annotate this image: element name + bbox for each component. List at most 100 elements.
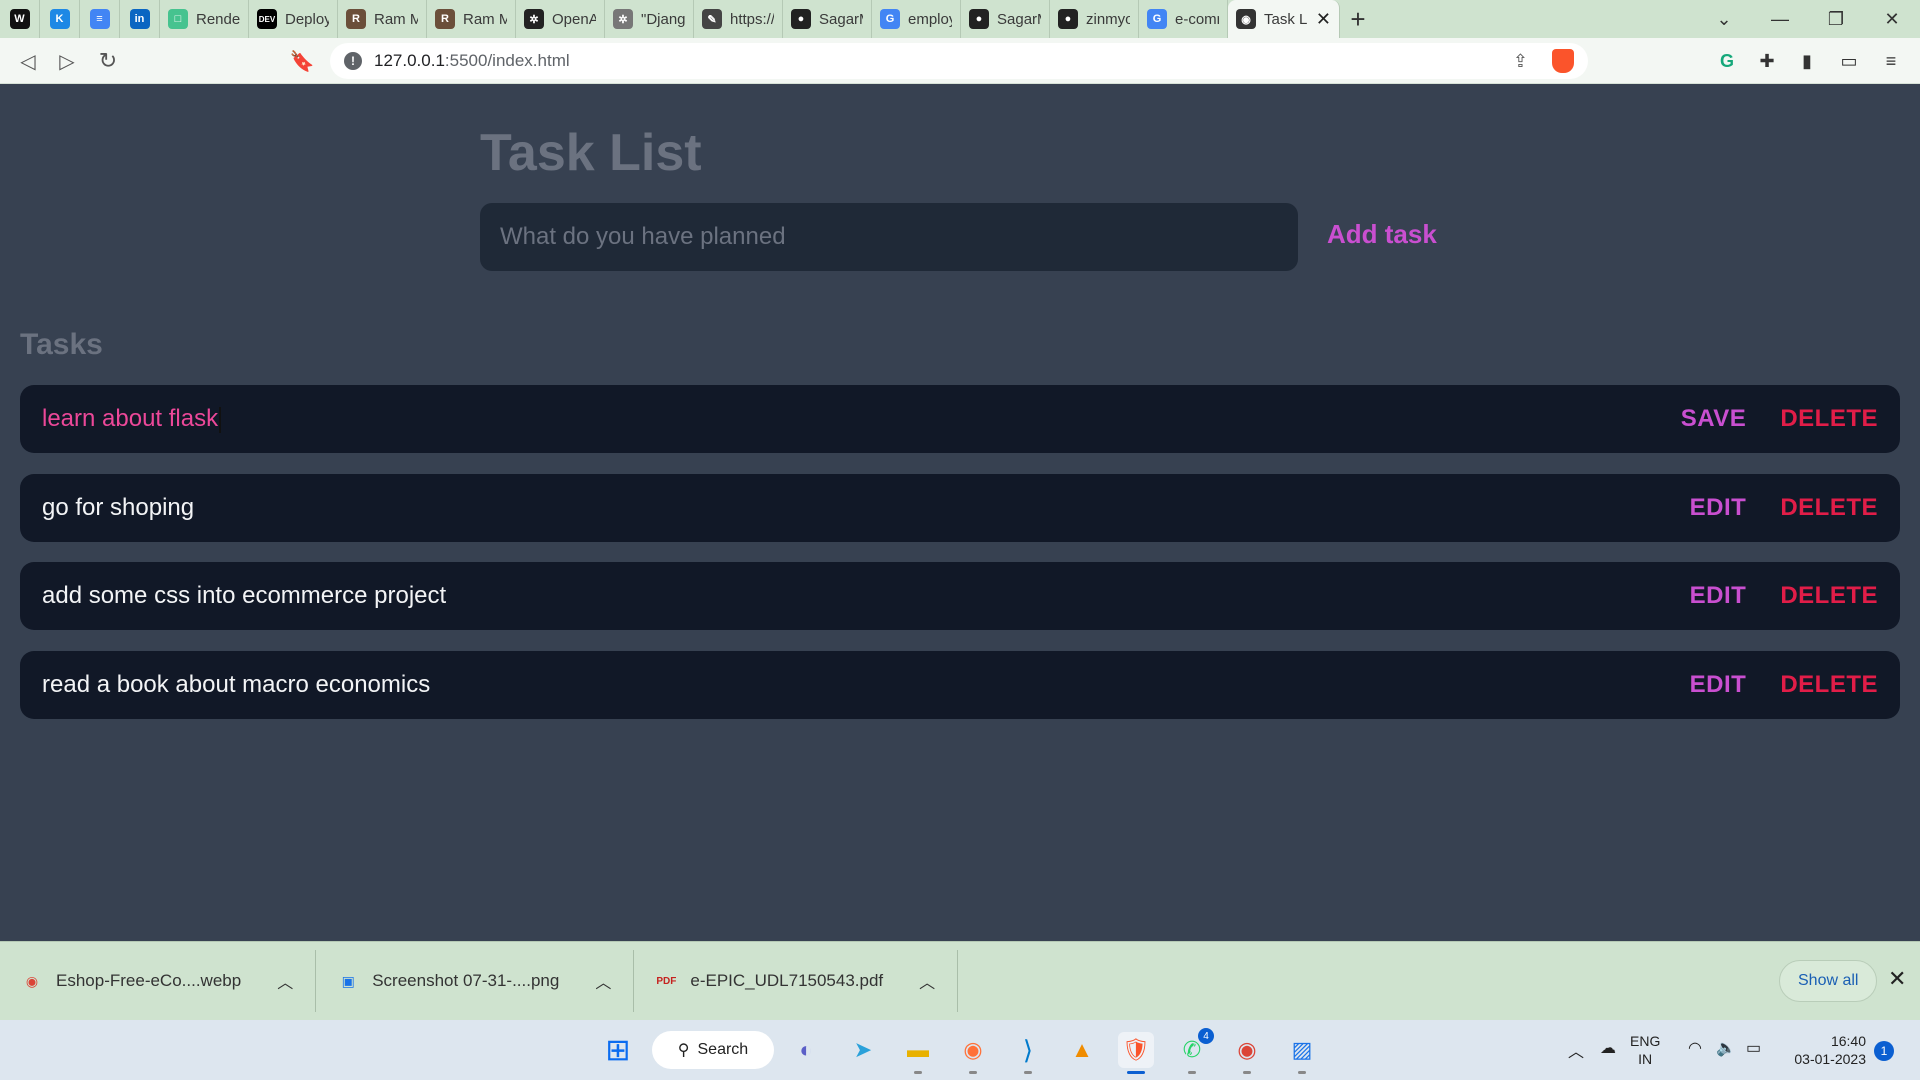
task-text-editing[interactable]: learn about flask xyxy=(42,405,1681,433)
tab-title: Task L xyxy=(1264,10,1308,28)
add-task-button[interactable]: Add task xyxy=(1327,219,1437,250)
page-title: Task List xyxy=(480,124,702,182)
edit-button[interactable]: EDIT xyxy=(1690,582,1747,610)
chrome-icon[interactable]: ◉ xyxy=(1229,1032,1265,1074)
chevron-up-icon[interactable]: ︿ xyxy=(919,969,935,993)
running-indicator xyxy=(1243,1071,1251,1074)
download-item[interactable]: ◉ Eshop-Free-eCo....webp ︿ xyxy=(0,950,317,1012)
delete-button[interactable]: DELETE xyxy=(1780,405,1878,433)
browser-toolbar: ◁ ▷ ↻ 🔖 ! 127.0.0.1:5500/index.html ⇪ G … xyxy=(0,38,1920,84)
close-window-icon[interactable]: ✕ xyxy=(1864,9,1920,30)
clock-date: 03-01-2023 xyxy=(1794,1051,1866,1067)
browser-tab[interactable]: W xyxy=(0,0,40,38)
menu-icon[interactable]: ≡ xyxy=(1878,48,1904,74)
forward-icon[interactable]: ▷ xyxy=(47,49,87,74)
notification-count[interactable]: 1 xyxy=(1874,1041,1894,1061)
taskbar-search[interactable]: ⚲ Search xyxy=(652,1031,774,1069)
download-item[interactable]: ▣ Screenshot 07-31-....png ︿ xyxy=(316,950,635,1012)
tab-active[interactable]: ◉ Task L ✕ xyxy=(1228,0,1340,38)
openai-icon: ✲ xyxy=(613,9,633,29)
brave-icon[interactable]: 🛡 xyxy=(1118,1032,1154,1074)
browser-tab[interactable]: R Ram Mal xyxy=(338,0,427,38)
tab-title: Ram Mah xyxy=(463,10,507,28)
system-clock[interactable]: 16:40 03-01-2023 xyxy=(1782,1032,1866,1068)
chevron-up-icon[interactable]: ︿ xyxy=(595,969,611,993)
windows-start-icon[interactable]: ⊞ xyxy=(600,1032,636,1068)
share-icon[interactable]: ⇪ xyxy=(1513,51,1528,72)
delete-button[interactable]: DELETE xyxy=(1780,582,1878,610)
browser-tab[interactable]: ≡ xyxy=(80,0,120,38)
chevron-up-icon[interactable]: ︿ xyxy=(1568,1038,1584,1062)
tab-title: Deployin xyxy=(285,10,329,28)
photos-icon[interactable]: ▨ xyxy=(1284,1032,1320,1074)
browser-tab[interactable]: ✲ OpenAI xyxy=(516,0,605,38)
browser-tab[interactable]: in xyxy=(120,0,160,38)
vlc-icon[interactable]: ▲ xyxy=(1064,1032,1100,1068)
downloads-shelf: ◉ Eshop-Free-eCo....webp ︿ ▣ Screenshot … xyxy=(0,941,1920,1020)
show-all-button[interactable]: Show all xyxy=(1779,960,1878,1002)
task-text: read a book about macro economics xyxy=(42,671,431,698)
grammarly-icon[interactable]: G xyxy=(1714,48,1740,74)
info-icon[interactable]: ! xyxy=(344,52,362,70)
teams-icon[interactable]: ◐ xyxy=(788,1032,824,1068)
minimize-icon[interactable]: — xyxy=(1752,9,1808,30)
close-tab-icon[interactable]: ✕ xyxy=(1316,9,1331,30)
language-indicator[interactable]: ENG IN xyxy=(1630,1032,1660,1068)
browser-tab[interactable]: K xyxy=(40,0,80,38)
chevron-down-icon[interactable]: ⌄ xyxy=(1696,9,1752,30)
download-item[interactable]: PDF e-EPIC_UDL7150543.pdf ︿ xyxy=(634,950,959,1012)
dev-icon: DEV xyxy=(257,9,277,29)
text-caret xyxy=(219,406,222,433)
bookmark-icon[interactable]: 🔖 xyxy=(282,49,322,74)
vscode-icon[interactable]: ⟩ xyxy=(1010,1032,1046,1074)
browser-tab[interactable]: R Ram Mah xyxy=(427,0,516,38)
save-button[interactable]: SAVE xyxy=(1681,405,1747,433)
onedrive-icon[interactable]: ☁ xyxy=(1600,1038,1616,1058)
chevron-up-icon[interactable]: ︿ xyxy=(277,969,293,993)
restore-icon[interactable]: ❐ xyxy=(1808,9,1864,30)
browser-tab[interactable]: ● SagarMal xyxy=(961,0,1050,38)
battery-icon[interactable]: ▭ xyxy=(1746,1038,1761,1058)
browser-tab[interactable]: Ge-comme xyxy=(1139,0,1228,38)
tab-title: e-comme xyxy=(1175,10,1219,28)
wallet-icon[interactable]: ▭ xyxy=(1836,48,1862,74)
window-controls: ⌄ — ❐ ✕ xyxy=(1696,0,1920,38)
delete-button[interactable]: DELETE xyxy=(1780,494,1878,522)
whatsapp-icon[interactable]: ✆ 4 xyxy=(1174,1028,1214,1074)
tab-strip: WK ≡ in □ Render D DEV Deployin R Ram Mal R Ram Ma… xyxy=(0,0,1920,38)
tab-title: SagarMa xyxy=(819,10,863,28)
running-indicator xyxy=(914,1071,922,1074)
sidebar-icon[interactable]: ▮ xyxy=(1794,48,1820,74)
file-explorer-icon[interactable]: ▬ xyxy=(900,1032,936,1074)
extensions-icon[interactable]: ✚ xyxy=(1754,48,1780,74)
running-indicator xyxy=(1188,1071,1196,1074)
new-task-input[interactable] xyxy=(480,203,1298,271)
address-bar[interactable]: ! 127.0.0.1:5500/index.html ⇪ xyxy=(330,43,1588,79)
browser-tab[interactable]: ✎ https://w xyxy=(694,0,783,38)
browser-tab[interactable]: ● zinmyosw xyxy=(1050,0,1139,38)
edit-button[interactable]: EDIT xyxy=(1690,671,1747,699)
delete-button[interactable]: DELETE xyxy=(1780,671,1878,699)
volume-icon[interactable]: 🔈 xyxy=(1716,1038,1736,1058)
reload-icon[interactable]: ↻ xyxy=(88,48,128,74)
telegram-icon[interactable]: ➤ xyxy=(845,1032,881,1068)
github-icon: ● xyxy=(1058,9,1078,29)
close-icon[interactable]: ✕ xyxy=(1888,966,1906,992)
firefox-icon[interactable]: ◉ xyxy=(955,1032,991,1074)
wordle-icon: W xyxy=(9,9,30,29)
brave-shield-icon[interactable] xyxy=(1552,49,1574,73)
tab-title: zinmyosw xyxy=(1086,10,1130,28)
language-code: ENG xyxy=(1630,1033,1661,1049)
url-host: 127.0.0.1 xyxy=(374,51,445,70)
browser-tab[interactable]: ● SagarMa xyxy=(783,0,872,38)
browser-tab[interactable]: ✲ "Django c xyxy=(605,0,694,38)
back-icon[interactable]: ◁ xyxy=(8,49,48,74)
wifi-icon[interactable]: ◠ xyxy=(1688,1038,1702,1058)
page-content: Task List Add task Tasks learn about fla… xyxy=(0,85,1920,941)
browser-tab[interactable]: Gemploye xyxy=(872,0,961,38)
download-filename: e-EPIC_UDL7150543.pdf xyxy=(690,971,884,990)
browser-tab[interactable]: □ Render D xyxy=(160,0,249,38)
edit-button[interactable]: EDIT xyxy=(1690,494,1747,522)
browser-tab[interactable]: DEV Deployin xyxy=(249,0,338,38)
new-tab-icon[interactable]: + xyxy=(1340,4,1376,35)
